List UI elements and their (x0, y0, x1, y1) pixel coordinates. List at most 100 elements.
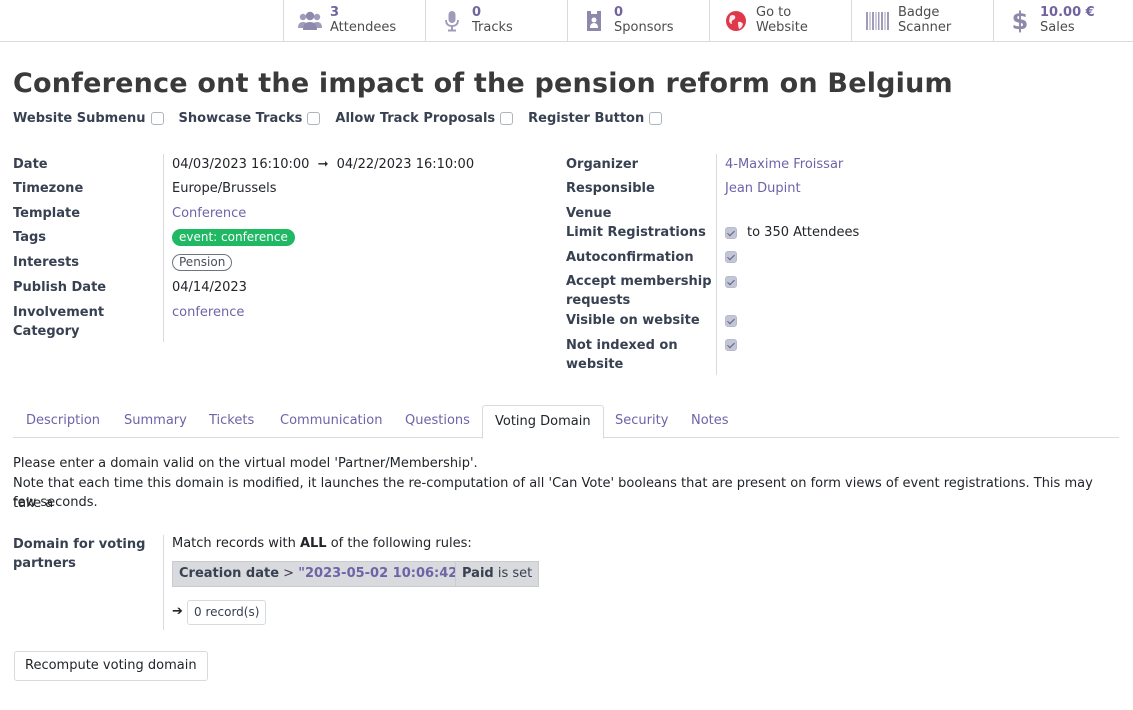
limit-registrations-text: to 350 Attendees (747, 225, 860, 240)
tag-badge[interactable]: event: conference (172, 229, 295, 246)
rule2-field: Paid (462, 566, 494, 581)
interests-field: Pension (172, 253, 233, 272)
involvement-label-line2: Category (13, 324, 80, 339)
accept-membership-label-line2: requests (566, 293, 631, 308)
tab-summary[interactable]: Summary (124, 405, 187, 438)
timezone-label: Timezone (13, 181, 84, 196)
involvement-label-line1: Involvement (13, 305, 105, 320)
domain-rule-creation-date[interactable]: Creation date > "2023-05-02 10:06:42" (172, 561, 472, 587)
go-to-website-button[interactable]: Go to Website (709, 0, 851, 41)
showcase-tracks-label: Showcase Tracks (178, 111, 303, 126)
tracks-button[interactable]: 0 Tracks (425, 0, 567, 41)
sales-amount: 10.00 € (1040, 5, 1095, 20)
microphone-icon (439, 9, 465, 33)
record-count-button[interactable]: 0 record(s) (187, 600, 267, 625)
responsible-link[interactable]: Jean Dupint (725, 179, 801, 198)
accept-membership-label: Accept membership requests (566, 272, 712, 310)
tags-label: Tags (13, 230, 47, 245)
template-link[interactable]: Conference (172, 204, 246, 223)
website-label-1: Go to (756, 5, 792, 20)
voting-note-line3: few seconds. (13, 495, 98, 510)
limit-registrations-label: Limit Registrations (566, 225, 706, 240)
register-button-option[interactable]: Register Button (528, 111, 663, 126)
timezone-value[interactable]: Europe/Brussels (172, 179, 277, 198)
rule2-operator: is set (493, 566, 533, 581)
domain-label-line2: partners (13, 556, 76, 571)
rule1-field: Creation date (179, 566, 280, 581)
domain-label: Domain for voting partners (13, 535, 145, 573)
template-label: Template (13, 206, 81, 221)
not-indexed-label: Not indexed on website (566, 336, 678, 374)
tab-communication[interactable]: Communication (280, 405, 382, 438)
showcase-tracks-option[interactable]: Showcase Tracks (179, 111, 321, 126)
date-end[interactable]: 04/22/2023 16:10:00 (337, 157, 474, 172)
barcode-icon (865, 9, 891, 33)
arrow-right-icon: ➔ (172, 604, 183, 619)
sponsors-button[interactable]: 0 Sponsors (567, 0, 709, 41)
date-arrow-icon: ➞ (317, 157, 329, 172)
sales-button[interactable]: $ 10.00 € Sales (993, 0, 1133, 41)
responsible-label: Responsible (566, 181, 655, 196)
accept-membership-checkbox[interactable] (725, 276, 737, 288)
autoconfirmation-checkbox[interactable] (725, 251, 737, 263)
voting-note-line1: Please enter a domain valid on the virtu… (13, 456, 478, 471)
involvement-label: Involvement Category (13, 303, 104, 341)
smart-button-bar: 3 Attendees 0 Tracks 0 Sponsors Go to We… (0, 0, 1133, 42)
globe-icon (723, 9, 749, 33)
showcase-tracks-checkbox[interactable] (307, 112, 321, 125)
attendees-count: 3 (330, 5, 340, 20)
allow-track-proposals-checkbox[interactable] (500, 112, 514, 125)
tracks-label: Tracks (472, 20, 513, 35)
not-indexed-label-line2: website (566, 357, 624, 372)
not-indexed-checkbox[interactable] (725, 339, 737, 351)
allow-track-proposals-option[interactable]: Allow Track Proposals (335, 111, 514, 126)
sponsors-count: 0 (614, 5, 624, 20)
right-group-separator (716, 154, 717, 375)
publish-date-label: Publish Date (13, 280, 107, 295)
organizer-label: Organizer (566, 157, 639, 172)
tracks-count: 0 (472, 5, 482, 20)
publish-date-value[interactable]: 04/14/2023 (172, 278, 247, 297)
sales-label: Sales (1040, 20, 1075, 35)
interest-badge[interactable]: Pension (172, 254, 233, 271)
tab-voting-domain[interactable]: Voting Domain (482, 405, 604, 439)
attendees-button[interactable]: 3 Attendees (283, 0, 425, 41)
match-prefix: Match records with (172, 536, 300, 551)
date-start[interactable]: 04/03/2023 16:10:00 (172, 157, 309, 172)
date-label: Date (13, 157, 48, 172)
notebook-tabs: Description Summary Tickets Communicatio… (13, 405, 1119, 439)
not-indexed-label-line1: Not indexed on (566, 338, 678, 353)
domain-rule-paid[interactable]: Paid is set (455, 561, 540, 587)
involvement-link[interactable]: conference (172, 303, 244, 322)
tab-tickets[interactable]: Tickets (209, 405, 254, 438)
visible-on-website-label: Visible on website (566, 313, 700, 328)
register-button-checkbox[interactable] (649, 112, 663, 125)
website-submenu-option[interactable]: Website Submenu (13, 111, 164, 126)
event-options: Website Submenu Showcase Tracks Allow Tr… (13, 111, 677, 126)
limit-registrations-checkbox[interactable] (725, 226, 737, 239)
accept-membership-label-line1: Accept membership (566, 274, 712, 289)
date-range: 04/03/2023 16:10:00 ➞ 04/22/2023 16:10:0… (172, 155, 474, 174)
badge-scanner-button[interactable]: Badge Scanner (851, 0, 993, 41)
sponsor-badge-icon (581, 9, 607, 33)
recompute-voting-domain-button[interactable]: Recompute voting domain (14, 651, 208, 681)
website-submenu-checkbox[interactable] (150, 112, 164, 125)
badge-label-2: Scanner (898, 20, 952, 35)
visible-on-website-checkbox[interactable] (725, 315, 737, 327)
page-title[interactable]: Conference ont the impact of the pension… (13, 68, 953, 99)
tab-description[interactable]: Description (26, 405, 100, 438)
limit-registrations-field: to 350 Attendees (725, 223, 859, 242)
allow-track-proposals-label: Allow Track Proposals (335, 111, 496, 126)
sponsors-label: Sponsors (614, 20, 674, 35)
venue-label: Venue (566, 206, 612, 221)
rule1-operator: > (279, 566, 299, 581)
match-suffix: of the following rules: (326, 536, 472, 551)
tab-questions[interactable]: Questions (405, 405, 470, 438)
tab-security[interactable]: Security (615, 405, 668, 438)
domain-match-text: Match records with ALL of the following … (172, 536, 472, 551)
attendees-label: Attendees (330, 20, 397, 35)
organizer-link[interactable]: 4-Maxime Froissar (725, 155, 843, 174)
left-group-separator (163, 154, 164, 342)
tab-notes[interactable]: Notes (691, 405, 729, 438)
domain-label-line1: Domain for voting (13, 537, 146, 552)
